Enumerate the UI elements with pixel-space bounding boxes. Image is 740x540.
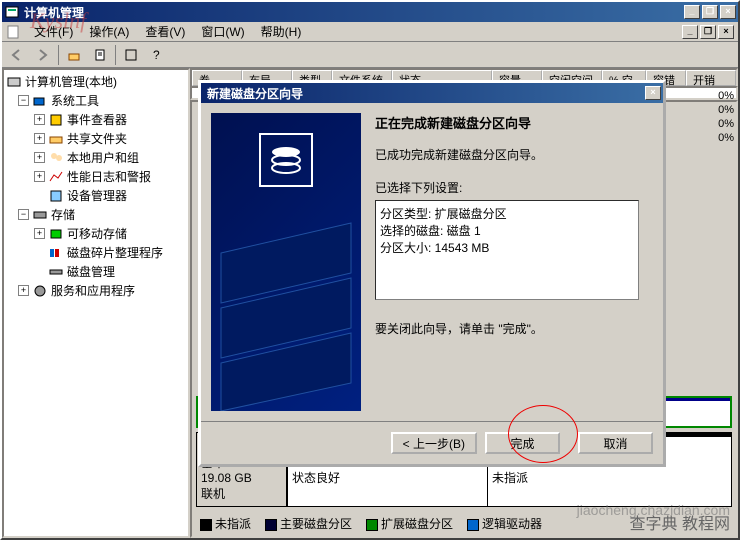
window-title: 计算机管理 bbox=[24, 4, 684, 21]
minimize-button[interactable]: _ bbox=[684, 5, 700, 19]
expand-icon[interactable]: + bbox=[34, 228, 45, 239]
toolbar: ? bbox=[2, 42, 738, 68]
tree-shared[interactable]: +共享文件夹 bbox=[6, 129, 186, 148]
col-overhead[interactable]: 开销 bbox=[686, 70, 736, 86]
titlebar: 计算机管理 _ ❐ × bbox=[2, 2, 738, 22]
up-button[interactable] bbox=[63, 44, 85, 66]
tree-root[interactable]: 计算机管理(本地) bbox=[6, 72, 186, 91]
legend-swatch-extended bbox=[366, 519, 378, 531]
svg-text:?: ? bbox=[153, 48, 160, 62]
wizard-titlebar: 新建磁盘分区向导 × bbox=[201, 83, 663, 103]
pct-value: 0% bbox=[718, 90, 734, 102]
tree-defrag[interactable]: 磁盘碎片整理程序 bbox=[6, 243, 186, 262]
close-button[interactable]: × bbox=[720, 5, 736, 19]
tree-eventviewer[interactable]: +事件查看器 bbox=[6, 110, 186, 129]
expand-icon[interactable]: + bbox=[34, 171, 45, 182]
help-button[interactable]: ? bbox=[146, 44, 168, 66]
partition-wizard-dialog: 新建磁盘分区向导 × 正在完成新建磁盘分区向导 已成功完成新建磁盘分区向导。 已… bbox=[198, 80, 666, 467]
back-button[interactable]: < 上一步(B) bbox=[391, 432, 477, 454]
wizard-done-text: 已成功完成新建磁盘分区向导。 bbox=[375, 146, 639, 163]
expand-icon[interactable]: + bbox=[34, 133, 45, 144]
wizard-sidebar bbox=[211, 113, 361, 411]
expand-icon[interactable]: + bbox=[34, 114, 45, 125]
menu-file[interactable]: 文件(F) bbox=[26, 21, 81, 42]
menu-help[interactable]: 帮助(H) bbox=[253, 21, 310, 42]
cancel-button[interactable]: 取消 bbox=[578, 432, 653, 454]
menubar: 文件(F) 操作(A) 查看(V) 窗口(W) 帮助(H) _ ❐ × bbox=[2, 22, 738, 42]
legend-swatch-unallocated bbox=[200, 519, 212, 531]
legend: 未指派 主要磁盘分区 扩展磁盘分区 逻辑驱动器 bbox=[192, 511, 736, 536]
tree-perf[interactable]: +性能日志和警报 bbox=[6, 167, 186, 186]
child-restore-button[interactable]: ❐ bbox=[700, 25, 716, 39]
wizard-footer: < 上一步(B) 完成 取消 bbox=[201, 421, 663, 464]
pct-value: 0% bbox=[718, 104, 734, 116]
tree-diskmgmt[interactable]: 磁盘管理 bbox=[6, 262, 186, 281]
wizard-close-hint: 要关闭此向导，请单击 "完成"。 bbox=[375, 320, 639, 337]
collapse-icon[interactable]: − bbox=[18, 209, 29, 220]
maximize-button[interactable]: ❐ bbox=[702, 5, 718, 19]
refresh-button[interactable] bbox=[120, 44, 142, 66]
expand-icon[interactable]: + bbox=[34, 152, 45, 163]
tree-storage[interactable]: −存储 bbox=[6, 205, 186, 224]
tree-services[interactable]: +服务和应用程序 bbox=[6, 281, 186, 300]
wizard-title: 新建磁盘分区向导 bbox=[203, 85, 645, 102]
tree-users[interactable]: +本地用户和组 bbox=[6, 148, 186, 167]
menu-view[interactable]: 查看(V) bbox=[137, 21, 193, 42]
tree-devmgr[interactable]: 设备管理器 bbox=[6, 186, 186, 205]
child-close-button[interactable]: × bbox=[718, 25, 734, 39]
doc-icon bbox=[6, 24, 22, 40]
back-button[interactable] bbox=[6, 44, 28, 66]
menu-action[interactable]: 操作(A) bbox=[81, 21, 137, 42]
app-icon bbox=[4, 4, 20, 20]
wizard-heading: 正在完成新建磁盘分区向导 bbox=[375, 113, 639, 132]
wizard-close-button[interactable]: × bbox=[645, 86, 661, 100]
forward-button[interactable] bbox=[32, 44, 54, 66]
wizard-selected-label: 已选择下列设置: bbox=[375, 179, 639, 196]
tree-systools[interactable]: −系统工具 bbox=[6, 91, 186, 110]
wizard-settings-box: 分区类型: 扩展磁盘分区 选择的磁盘: 磁盘 1 分区大小: 14543 MB bbox=[375, 200, 639, 300]
nav-tree[interactable]: 计算机管理(本地) −系统工具 +事件查看器 +共享文件夹 +本地用户和组 +性… bbox=[2, 68, 190, 538]
tree-removable[interactable]: +可移动存储 bbox=[6, 224, 186, 243]
pct-value: 0% bbox=[718, 118, 734, 130]
pct-value: 0% bbox=[718, 132, 734, 144]
collapse-icon[interactable]: − bbox=[18, 95, 29, 106]
expand-icon[interactable]: + bbox=[18, 285, 29, 296]
properties-button[interactable] bbox=[89, 44, 111, 66]
child-minimize-button[interactable]: _ bbox=[682, 25, 698, 39]
legend-swatch-primary bbox=[265, 519, 277, 531]
menu-window[interactable]: 窗口(W) bbox=[193, 21, 252, 42]
wizard-content: 正在完成新建磁盘分区向导 已成功完成新建磁盘分区向导。 已选择下列设置: 分区类… bbox=[361, 113, 653, 411]
legend-swatch-logical bbox=[467, 519, 479, 531]
finish-button[interactable]: 完成 bbox=[485, 432, 560, 454]
